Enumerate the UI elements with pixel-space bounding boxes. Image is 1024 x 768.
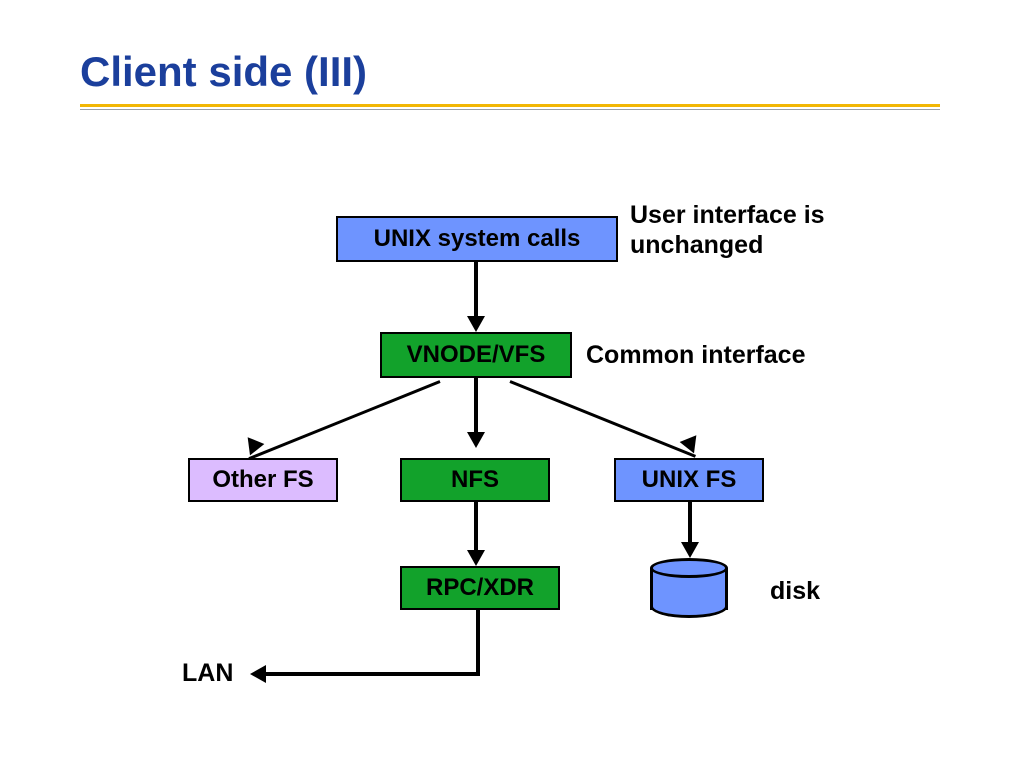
label-common-interface: Common interface xyxy=(586,340,806,370)
slide: Client side (III) UNIX system calls User… xyxy=(0,0,1024,768)
title-rule-grey xyxy=(80,109,940,110)
arrow-rpcxdr-down-shaft xyxy=(476,610,480,674)
title-rule-gold xyxy=(80,104,940,107)
arrow-nfs-to-rpcxdr-shaft xyxy=(474,502,478,552)
arrow-vnode-to-otherfs-head xyxy=(242,437,265,459)
arrow-calls-to-vnode-head xyxy=(467,316,485,332)
label-disk: disk xyxy=(770,576,820,606)
arrow-vnode-to-unixfs-head xyxy=(680,435,703,457)
slide-title: Client side (III) xyxy=(80,48,367,96)
arrow-calls-to-vnode-shaft xyxy=(474,262,478,318)
arrow-vnode-to-otherfs-shaft xyxy=(248,380,440,460)
arrow-vnode-to-unixfs-shaft xyxy=(509,380,696,458)
box-nfs: NFS xyxy=(400,458,550,502)
arrow-rpcxdr-to-lan-head xyxy=(250,665,266,683)
box-unix-system-calls: UNIX system calls xyxy=(336,216,618,262)
arrow-rpcxdr-left-shaft xyxy=(264,672,480,676)
label-user-interface-unchanged: User interface is unchanged xyxy=(630,200,860,260)
box-vnode-vfs: VNODE/VFS xyxy=(380,332,572,378)
box-unix-fs: UNIX FS xyxy=(614,458,764,502)
arrow-unixfs-to-disk-head xyxy=(681,542,699,558)
arrow-unixfs-to-disk-shaft xyxy=(688,502,692,544)
box-other-fs: Other FS xyxy=(188,458,338,502)
arrow-nfs-to-rpcxdr-head xyxy=(467,550,485,566)
disk-icon xyxy=(650,558,728,618)
label-lan: LAN xyxy=(182,658,233,688)
arrow-vnode-to-nfs-shaft xyxy=(474,378,478,434)
arrow-vnode-to-nfs-head xyxy=(467,432,485,448)
box-rpc-xdr: RPC/XDR xyxy=(400,566,560,610)
